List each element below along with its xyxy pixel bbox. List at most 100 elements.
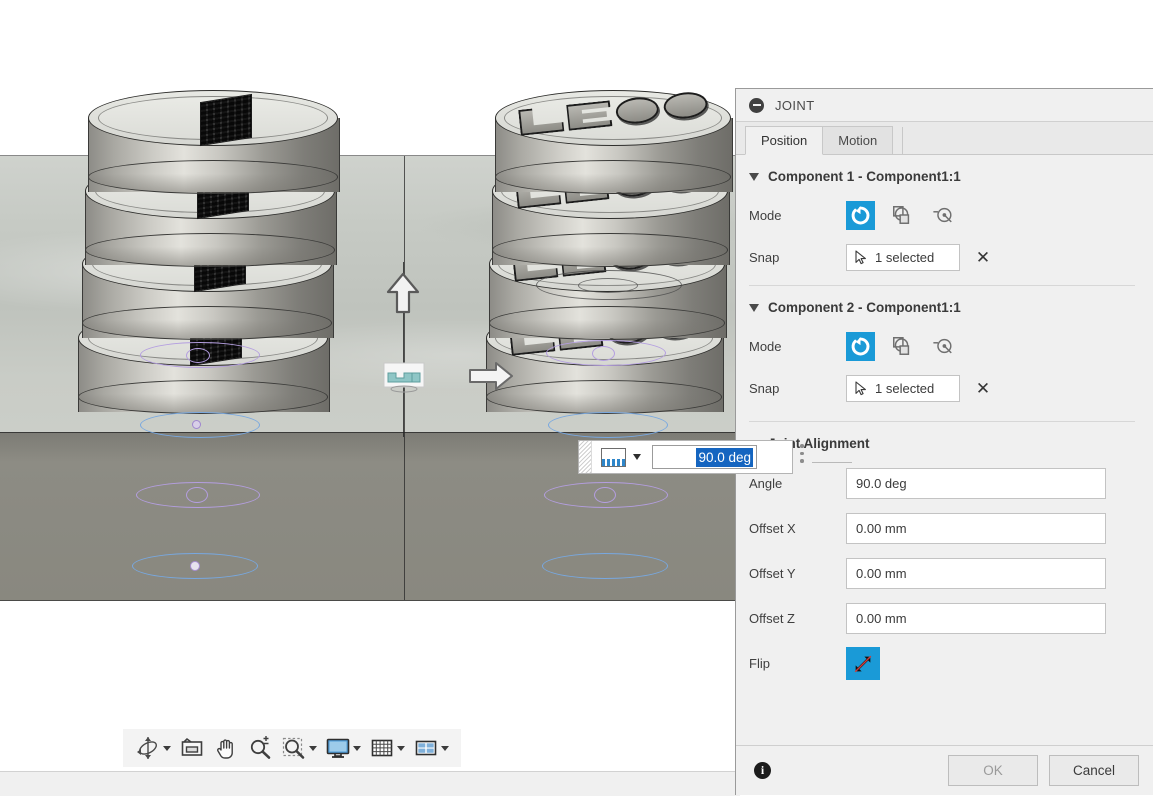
3d-viewport[interactable]: [0, 0, 740, 770]
snap-clear-button[interactable]: ✕: [975, 380, 991, 397]
joint-palette[interactable]: JOINT Position Motion Component 1 - Comp…: [735, 88, 1153, 795]
snap-clear-button[interactable]: ✕: [975, 249, 991, 266]
snap-value: 1 selected: [875, 381, 934, 396]
floating-value-input[interactable]: 90.0 deg: [578, 440, 793, 474]
mode-as-built-button[interactable]: [887, 332, 916, 361]
joint-origin-dot: [190, 561, 200, 571]
collapse-triangle-icon[interactable]: [749, 304, 759, 312]
chevron-down-icon[interactable]: [353, 746, 361, 751]
offset-x-input[interactable]: 0.00 mm: [846, 513, 1106, 544]
nav-zoom[interactable]: [244, 733, 276, 763]
disc-rim: [88, 160, 338, 194]
disc[interactable]: [88, 90, 338, 198]
offset-z-label: Offset Z: [749, 611, 846, 626]
tab-position[interactable]: Position: [745, 126, 823, 155]
engraving-glyph: [614, 95, 660, 125]
zoom-icon: [247, 735, 273, 761]
translate-right-arrow[interactable]: [468, 360, 514, 397]
flip-arrows-icon: [852, 653, 874, 675]
flip-button[interactable]: [846, 647, 880, 680]
offset-y-input[interactable]: 0.00 mm: [846, 558, 1106, 589]
translate-up-arrow[interactable]: [385, 272, 421, 319]
flip-row: Flip: [736, 641, 1153, 686]
angle-value-field[interactable]: 90.0 deg: [652, 445, 757, 469]
zoom-window-icon: [281, 735, 307, 761]
disc-rim: [78, 380, 328, 414]
component1-mode-row: Mode: [736, 194, 1153, 236]
nav-display-settings[interactable]: [322, 733, 364, 763]
snap-selection-box[interactable]: 1 selected: [846, 375, 960, 402]
snap-selection-box[interactable]: 1 selected: [846, 244, 960, 271]
mode-as-built-button[interactable]: [887, 201, 916, 230]
chevron-down-icon[interactable]: [397, 746, 405, 751]
disc[interactable]: [495, 90, 731, 198]
offset-x-label: Offset X: [749, 521, 846, 536]
snap-value: 1 selected: [875, 250, 934, 265]
grid-snap-icon: [369, 735, 395, 761]
joint-origin-marker[interactable]: [186, 487, 208, 503]
chevron-down-icon[interactable]: [309, 746, 317, 751]
nav-look-at[interactable]: [176, 733, 208, 763]
offset-z-input[interactable]: 0.00 mm: [846, 603, 1106, 634]
disc-rim: [85, 233, 335, 267]
display-settings-icon: [325, 735, 351, 761]
chevron-down-icon[interactable]: [163, 746, 171, 751]
tab-motion[interactable]: Motion: [822, 126, 893, 154]
mode-between-two-faces-button[interactable]: [928, 201, 957, 230]
angle-value-text: 90.0 deg: [696, 448, 753, 467]
palette-title: JOINT: [775, 98, 815, 113]
between-two-faces-icon: [932, 204, 954, 226]
chevron-down-icon[interactable]: [441, 746, 449, 751]
pan-hand-icon: [213, 735, 239, 761]
section-joint-alignment[interactable]: Joint Alignment: [736, 422, 1153, 461]
nav-zoom-window[interactable]: [278, 733, 320, 763]
offset-y-label: Offset Y: [749, 566, 846, 581]
angle-input[interactable]: 90.0 deg: [846, 468, 1106, 499]
cancel-button[interactable]: Cancel: [1049, 755, 1139, 786]
component1-stack-left[interactable]: [72, 88, 334, 428]
drag-grip-icon[interactable]: [579, 441, 592, 473]
section-component-1[interactable]: Component 1 - Component1:1: [736, 155, 1153, 194]
nav-viewports[interactable]: [410, 733, 452, 763]
unit-ruler-icon[interactable]: [601, 448, 626, 467]
mode-between-two-faces-button[interactable]: [928, 332, 957, 361]
mode-rigid-joint-button[interactable]: [846, 201, 875, 230]
flip-label: Flip: [749, 656, 846, 671]
selected-face-inner-ring: [578, 278, 638, 293]
offset-z-row: Offset Z 0.00 mm: [736, 596, 1153, 641]
more-options-dots-icon[interactable]: [800, 444, 804, 463]
collapse-triangle-icon[interactable]: [749, 173, 759, 181]
mode-option-group[interactable]: [846, 201, 957, 230]
bottom-status-strip: [0, 771, 740, 796]
joint-origin-marker[interactable]: [186, 348, 210, 363]
component1-stack-right[interactable]: [482, 88, 732, 428]
section-heading: Component 2 - Component1:1: [768, 300, 961, 315]
disc-tab-feature: [200, 94, 252, 146]
palette-tabs[interactable]: Position Motion: [736, 122, 1153, 155]
joint-origin-icon[interactable]: [383, 362, 425, 399]
engraving-glyph: [566, 100, 612, 130]
tab-filler: [902, 127, 1153, 154]
snap-label: Snap: [749, 250, 846, 265]
cursor-arrow-icon: [855, 250, 868, 265]
navigation-toolbar[interactable]: [123, 729, 461, 767]
chevron-down-icon[interactable]: [633, 454, 641, 460]
mode-option-group[interactable]: [846, 332, 957, 361]
nav-grid-snap[interactable]: [366, 733, 408, 763]
ok-button[interactable]: OK: [948, 755, 1038, 786]
joint-origin-marker[interactable]: [548, 412, 668, 438]
nav-orbit[interactable]: [132, 733, 174, 763]
offset-y-row: Offset Y 0.00 mm: [736, 551, 1153, 596]
collapse-minus-icon[interactable]: [749, 98, 764, 113]
info-icon[interactable]: i: [754, 762, 771, 779]
palette-footer: i OK Cancel: [736, 745, 1153, 795]
joint-origin-marker[interactable]: [592, 346, 615, 361]
joint-origin-marker[interactable]: [594, 487, 616, 503]
nav-pan[interactable]: [210, 733, 242, 763]
footer-rule-line: [812, 462, 852, 463]
mode-label: Mode: [749, 208, 846, 223]
mode-rigid-joint-button[interactable]: [846, 332, 875, 361]
section-component-2[interactable]: Component 2 - Component1:1: [736, 286, 1153, 325]
orbit-icon: [135, 735, 161, 761]
joint-origin-marker[interactable]: [542, 553, 668, 579]
